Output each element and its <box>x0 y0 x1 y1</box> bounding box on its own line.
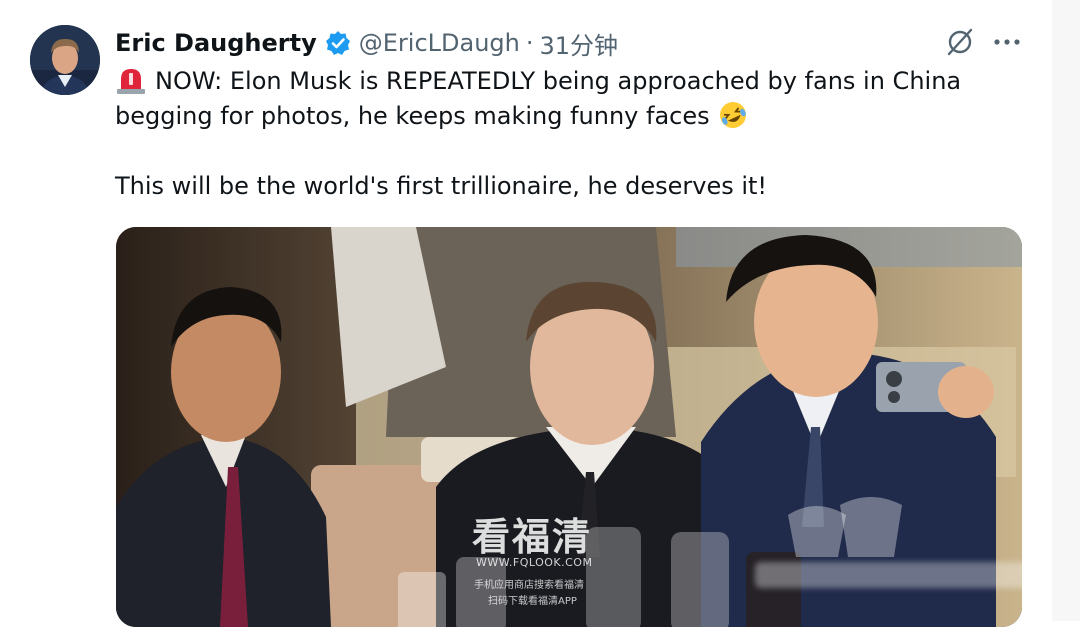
tweet-text-para2: This will be the world's first trilliona… <box>115 172 768 200</box>
verified-badge-icon <box>325 30 351 56</box>
rotating-light-icon <box>115 66 147 94</box>
author-display-name[interactable]: Eric Daugherty <box>115 29 317 57</box>
blurred-overlay <box>755 562 1045 588</box>
avatar[interactable] <box>30 25 100 95</box>
laughing-emoji-icon <box>718 100 748 130</box>
watermark-main: 看福清 <box>472 515 593 559</box>
grok-icon[interactable] <box>945 27 975 57</box>
watermark-line2: 扫码下载看福清APP <box>488 596 577 607</box>
side-strip <box>1052 0 1080 621</box>
separator-dot: · <box>525 29 534 57</box>
tweet-text-line1: NOW: Elon Musk is REPEATEDLY being appro… <box>115 67 962 130</box>
tweet-text: NOW: Elon Musk is REPEATEDLY being appro… <box>115 64 1015 204</box>
watermark-url: WWW.FQLOOK.COM <box>476 556 593 569</box>
tweet-text-para1: NOW: Elon Musk is REPEATEDLY being appro… <box>115 64 1015 134</box>
watermark-line1: 手机应用商店搜索看福清 <box>474 580 584 591</box>
more-options-icon[interactable] <box>992 32 1022 52</box>
tweet-timestamp[interactable]: 31分钟 <box>540 26 619 61</box>
author-handle[interactable]: @EricLDaugh <box>359 29 520 57</box>
tweet-header: Eric Daugherty @EricLDaugh · 31分钟 <box>115 26 618 60</box>
